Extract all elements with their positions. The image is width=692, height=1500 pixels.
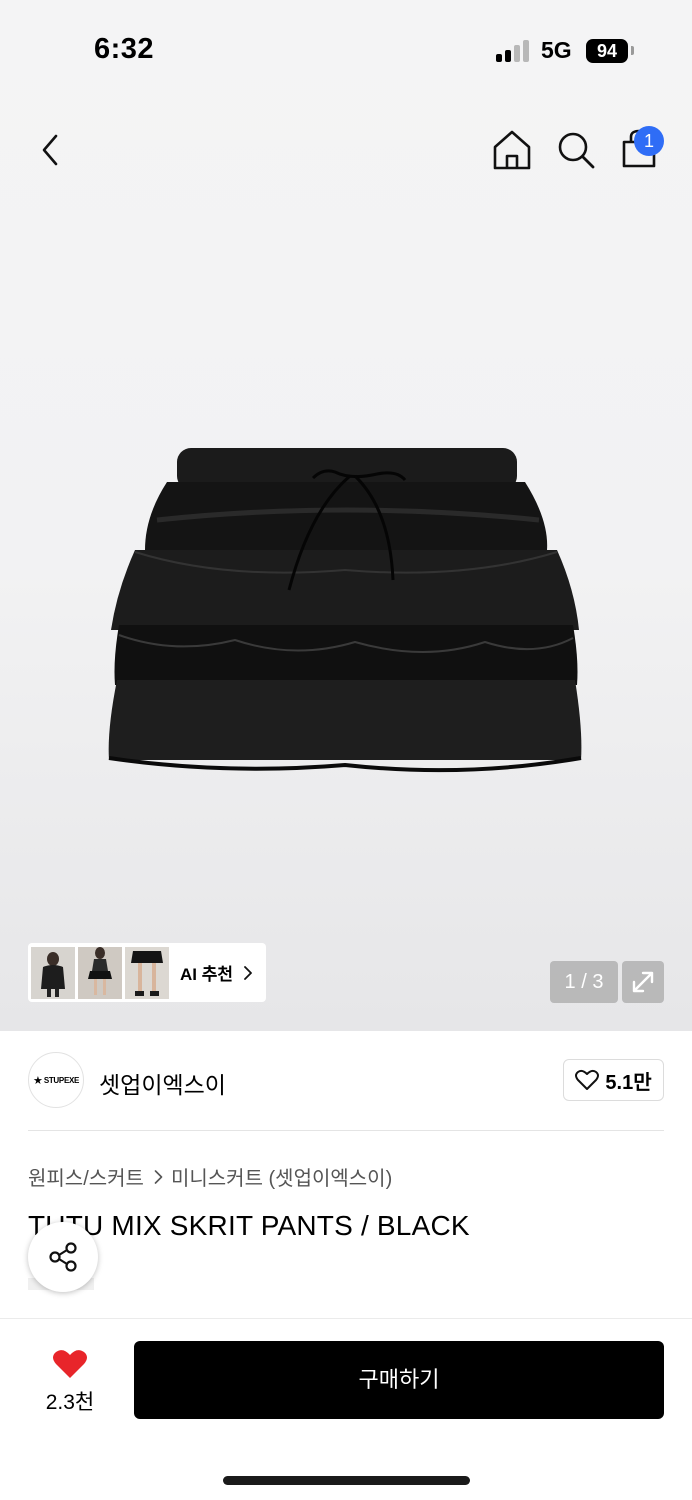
home-indicator: [223, 1476, 470, 1485]
chevron-right-icon: [154, 1169, 163, 1184]
product-image[interactable]: [105, 440, 587, 785]
image-page-indicator: 1 / 3: [550, 961, 618, 1003]
share-button[interactable]: [28, 1222, 98, 1292]
heart-filled-icon: [53, 1350, 87, 1378]
ai-recommend-label: AI 추천: [180, 965, 234, 984]
chevron-left-icon: [42, 134, 58, 166]
search-icon: [558, 132, 595, 169]
thumbnail-image[interactable]: [78, 946, 122, 999]
home-icon: [493, 130, 531, 170]
battery-level: 94: [586, 39, 628, 63]
brand-logo-text: STUPEXE: [43, 1075, 80, 1085]
thumbnail-image[interactable]: [125, 946, 169, 999]
ai-recommend-strip[interactable]: AI 추천: [28, 943, 266, 1002]
status-time: 6:32: [94, 33, 155, 65]
breadcrumb: 원피스/스커트 미니스커트 (셋업이엑스이): [28, 1162, 392, 1191]
star-icon: ★: [32, 1074, 43, 1087]
brand-name[interactable]: 셋업이엑스이: [99, 1066, 226, 1100]
breadcrumb-subcategory[interactable]: 미니스커트 (셋업이엑스이): [171, 1162, 392, 1191]
search-button[interactable]: [554, 128, 598, 172]
back-button[interactable]: [30, 126, 70, 174]
brand-like-count: 5.1만: [605, 1071, 652, 1094]
brand-like-button[interactable]: 5.1만: [563, 1059, 664, 1101]
network-label: 5G: [541, 37, 572, 63]
signal-icon: [496, 40, 532, 62]
heart-outline-icon: [575, 1069, 600, 1090]
product-title: TUTU MIX SKRIT PANTS / BLACK: [28, 1210, 470, 1241]
product-gallery[interactable]: 6:32 5G 94 1 AI 추천 1 / 3: [0, 0, 692, 1031]
buy-button[interactable]: 구매하기: [134, 1341, 664, 1419]
battery-tip: [631, 46, 634, 55]
chevron-right-icon: [244, 965, 252, 980]
thumbnail-image[interactable]: [31, 946, 75, 999]
breadcrumb-category[interactable]: 원피스/스커트: [28, 1162, 144, 1191]
wishlist-count: 2.3천: [45, 1391, 95, 1414]
expand-icon: [632, 971, 654, 993]
expand-image-button[interactable]: [622, 961, 664, 1003]
section-divider: [28, 1130, 664, 1131]
home-button[interactable]: [490, 128, 534, 172]
status-bar: 6:32 5G 94: [0, 0, 692, 100]
brand-logo[interactable]: ★ STUPEXE: [28, 1052, 84, 1108]
share-icon: [49, 1242, 77, 1272]
cart-count-badge: 1: [634, 126, 664, 156]
